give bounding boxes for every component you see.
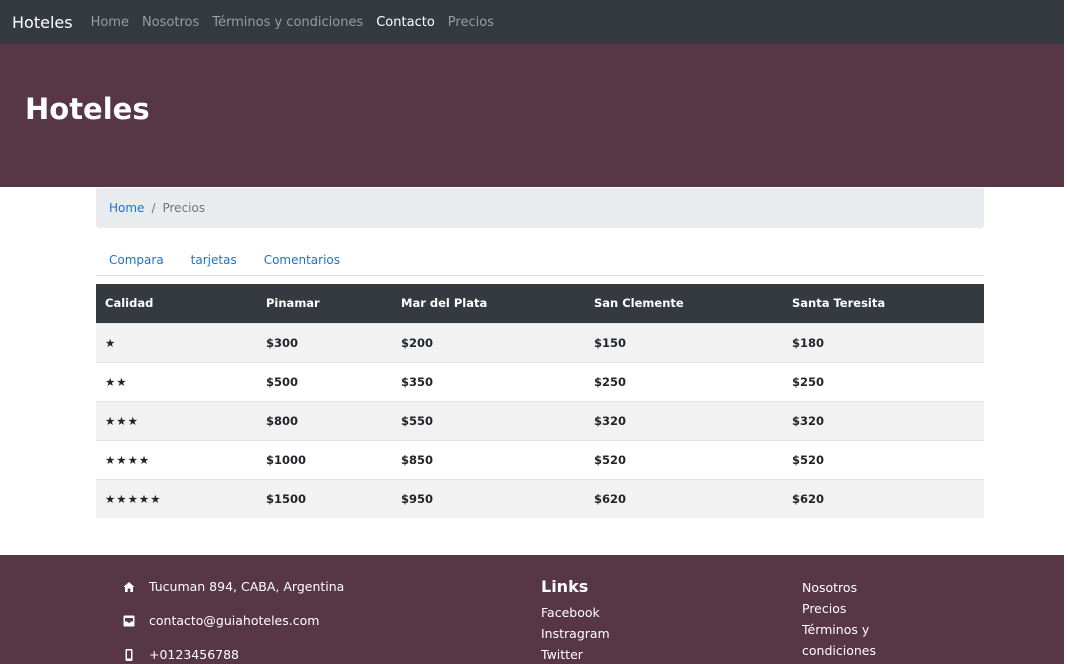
table-cell: $250 [783,361,984,401]
tab-compara[interactable]: Compara [96,253,177,267]
navbar: Hoteles Home Nosotros Términos y condici… [0,0,1064,44]
inbox-icon [123,615,135,627]
table-cell: $150 [585,322,783,362]
table-cell: $320 [585,400,783,440]
table-row: ★★★ $800 $550 $320 $320 [96,400,984,440]
footer-link-nosotros[interactable]: Nosotros [802,577,892,598]
star-rating: ★★★★ [96,439,257,479]
footer-address: Tucuman 894, CABA, Argentina [123,579,344,594]
table-cell: $1500 [257,478,392,518]
footer-phone: +0123456788 [123,647,239,662]
table-cell: $550 [392,400,585,440]
column-header-san-clemente: San Clemente [585,284,783,323]
breadcrumb: Home / Precios [96,188,984,228]
phone-icon [123,648,135,661]
table-cell: $620 [783,478,984,518]
table-row: ★★ $500 $350 $250 $250 [96,361,984,401]
footer-email: contacto@guiahoteles.com [123,613,319,628]
star-rating: ★★★ [96,400,257,440]
breadcrumb-home-link[interactable]: Home [109,201,144,215]
table-row: ★ $300 $200 $150 $180 [96,322,984,362]
table-cell: $620 [585,478,783,518]
column-header-pinamar: Pinamar [257,284,392,323]
tab-tarjetas[interactable]: tarjetas [178,253,250,267]
tab-comentarios[interactable]: Comentarios [251,253,353,267]
table-row: ★★★★★ $1500 $950 $620 $620 [96,478,984,518]
breadcrumb-current: Precios [162,201,206,215]
table-cell: $850 [392,439,585,479]
star-rating: ★ [96,322,257,362]
column-header-mar-del-plata: Mar del Plata [392,284,585,323]
footer-links-heading: Links [541,577,589,596]
tab-bar: Compara tarjetas Comentarios [96,244,984,276]
star-rating: ★★ [96,361,257,401]
nav-link-precios[interactable]: Precios [448,15,494,30]
table-cell: $950 [392,478,585,518]
home-icon [123,581,135,593]
table-cell: $180 [783,322,984,362]
footer-link-facebook[interactable]: Facebook [541,605,600,620]
page-title: Hoteles [25,92,150,126]
footer-link-precios[interactable]: Precios [802,598,892,619]
table-row: ★★★★ $1000 $850 $520 $520 [96,439,984,479]
table-cell: $520 [783,439,984,479]
nav-link-contacto[interactable]: Contacto [376,15,435,30]
star-rating: ★★★★★ [96,478,257,518]
footer-link-twitter[interactable]: Twitter [541,647,583,662]
footer-address-text: Tucuman 894, CABA, Argentina [149,579,345,594]
footer-email-text[interactable]: contacto@guiahoteles.com [149,613,319,628]
table-cell: $520 [585,439,783,479]
footer-pages: Nosotros Precios Términos y condiciones [802,577,892,661]
navbar-brand[interactable]: Hoteles [12,13,73,32]
table-cell: $1000 [257,439,392,479]
table-header-row: Calidad Pinamar Mar del Plata San Clemen… [96,284,984,323]
table-cell: $250 [585,361,783,401]
table-cell: $500 [257,361,392,401]
footer-link-terminos[interactable]: Términos y condiciones [802,619,892,661]
nav-link-terminos[interactable]: Términos y condiciones [212,15,363,30]
table-cell: $200 [392,322,585,362]
price-table: Calidad Pinamar Mar del Plata San Clemen… [96,284,984,518]
nav-link-home[interactable]: Home [91,15,129,30]
column-header-santa-teresita: Santa Teresita [783,284,984,323]
table-cell: $320 [783,400,984,440]
table-cell: $350 [392,361,585,401]
column-header-calidad: Calidad [96,284,257,323]
nav-link-nosotros[interactable]: Nosotros [142,15,199,30]
breadcrumb-separator: / [151,201,156,215]
table-cell: $300 [257,322,392,362]
footer-link-instagram[interactable]: Instragram [541,626,610,641]
table-cell: $800 [257,400,392,440]
hero-banner: Hoteles [0,44,1064,187]
footer: Tucuman 894, CABA, Argentina contacto@gu… [0,555,1064,664]
footer-phone-text: +0123456788 [149,647,240,662]
